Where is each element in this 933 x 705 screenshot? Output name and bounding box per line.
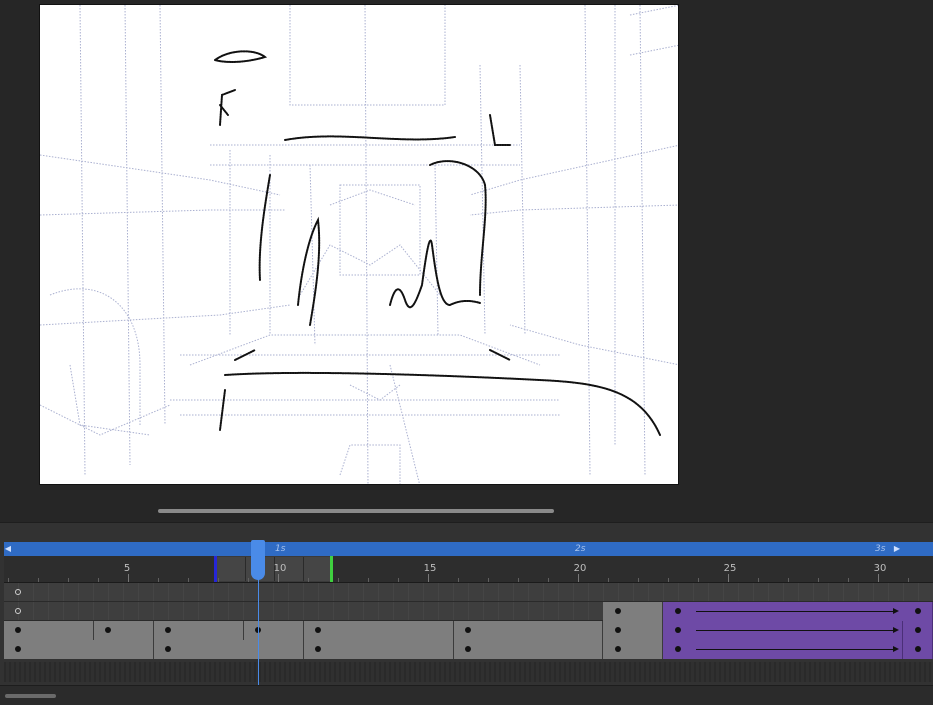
frame-tick	[248, 578, 249, 582]
keyframe[interactable]	[675, 627, 681, 633]
frame-span[interactable]	[454, 621, 603, 640]
keyframe[interactable]	[675, 608, 681, 614]
frame-tick	[8, 578, 9, 582]
timeline-bottom-bar	[0, 685, 933, 705]
keyframe[interactable]	[315, 627, 321, 633]
layer-track-3[interactable]	[4, 621, 933, 640]
keyframe[interactable]	[915, 646, 921, 652]
frame-tick	[728, 574, 729, 582]
keyframe[interactable]	[465, 627, 471, 633]
frame-span[interactable]	[603, 621, 663, 640]
stage-area	[0, 0, 933, 522]
frame-tick	[398, 578, 399, 582]
frame-tick	[488, 578, 489, 582]
frame-span[interactable]	[603, 602, 663, 621]
frame-tick	[428, 574, 429, 582]
time-bar[interactable]: ◀ 1s 2s 3s ▶	[4, 542, 933, 556]
frame-tick	[698, 578, 699, 582]
time-label-1s: 1s	[275, 544, 286, 554]
keyframe[interactable]	[105, 627, 111, 633]
frame-tick	[518, 578, 519, 582]
frame-span[interactable]	[154, 640, 304, 659]
frame-tick	[578, 574, 579, 582]
time-bar-start-cap-icon[interactable]: ◀	[4, 542, 12, 556]
range-start-marker[interactable]	[214, 556, 217, 582]
frame-tick	[338, 578, 339, 582]
frame-number-25: 25	[723, 563, 737, 574]
keyframe[interactable]	[675, 646, 681, 652]
frame-tick	[848, 578, 849, 582]
keyframe[interactable]	[465, 646, 471, 652]
frame-tick	[668, 578, 669, 582]
frame-tick	[68, 578, 69, 582]
frame-tick	[788, 578, 789, 582]
keyframe[interactable]	[165, 646, 171, 652]
frame-number-30: 30	[873, 563, 887, 574]
frame-number-5: 5	[123, 563, 131, 574]
keyframe[interactable]	[915, 627, 921, 633]
frame-tick	[878, 574, 879, 582]
frame-ruler[interactable]: 5 10 15 20 25 30	[4, 556, 933, 583]
frame-tick	[458, 578, 459, 582]
frame-tick	[638, 578, 639, 582]
empty-keyframe[interactable]	[15, 589, 21, 595]
frame-tick	[128, 574, 129, 582]
drawing-canvas[interactable]	[39, 4, 679, 485]
frame-tick	[908, 578, 909, 582]
sketch-drawing	[40, 5, 678, 484]
keyframe[interactable]	[615, 608, 621, 614]
keyframe[interactable]	[615, 627, 621, 633]
frame-span[interactable]	[603, 640, 663, 659]
frame-span[interactable]	[454, 640, 603, 659]
stage-horizontal-scrollbar[interactable]	[158, 509, 554, 513]
tween-arrow	[696, 646, 899, 652]
timeline-horizontal-scrollbar[interactable]	[5, 694, 56, 698]
frame-number-15: 15	[423, 563, 437, 574]
frame-tick	[758, 578, 759, 582]
keyframe[interactable]	[615, 646, 621, 652]
frame-tick	[818, 578, 819, 582]
frame-span[interactable]	[304, 640, 454, 659]
keyframe[interactable]	[165, 627, 171, 633]
keyframe[interactable]	[15, 646, 21, 652]
frame-tick	[548, 578, 549, 582]
layer-track-4[interactable]	[4, 640, 933, 659]
tween-arrow	[696, 608, 899, 614]
frame-tick	[98, 578, 99, 582]
keyframe[interactable]	[915, 608, 921, 614]
frame-number-20: 20	[573, 563, 587, 574]
frame-tick	[218, 578, 219, 582]
keyframe[interactable]	[15, 627, 21, 633]
frame-span[interactable]	[4, 640, 154, 659]
playhead-handle[interactable]	[251, 540, 265, 580]
frame-tick	[188, 578, 189, 582]
layer-track-2[interactable]	[4, 602, 933, 621]
frame-number-10: 10	[273, 563, 287, 574]
frame-tick	[368, 578, 369, 582]
frame-span[interactable]	[244, 621, 304, 640]
frame-tick	[158, 578, 159, 582]
frame-tick	[608, 578, 609, 582]
keyframe[interactable]	[315, 646, 321, 652]
timeline-panel: ◀ 1s 2s 3s ▶ 5 10 15 20 25 30	[0, 522, 933, 705]
frame-span[interactable]	[304, 621, 454, 640]
frame-tick	[38, 578, 39, 582]
empty-layer-row	[4, 662, 933, 682]
frame-span[interactable]	[94, 621, 154, 640]
time-label-3s: 3s	[875, 544, 886, 554]
empty-keyframe[interactable]	[15, 608, 21, 614]
time-label-2s: 2s	[575, 544, 586, 554]
time-bar-end-cap-icon[interactable]: ▶	[893, 542, 901, 556]
layer-track-1[interactable]	[4, 583, 933, 602]
frame-tick	[278, 574, 279, 582]
tween-arrow	[696, 627, 899, 633]
frame-tick	[308, 578, 309, 582]
range-end-marker[interactable]	[330, 556, 333, 582]
